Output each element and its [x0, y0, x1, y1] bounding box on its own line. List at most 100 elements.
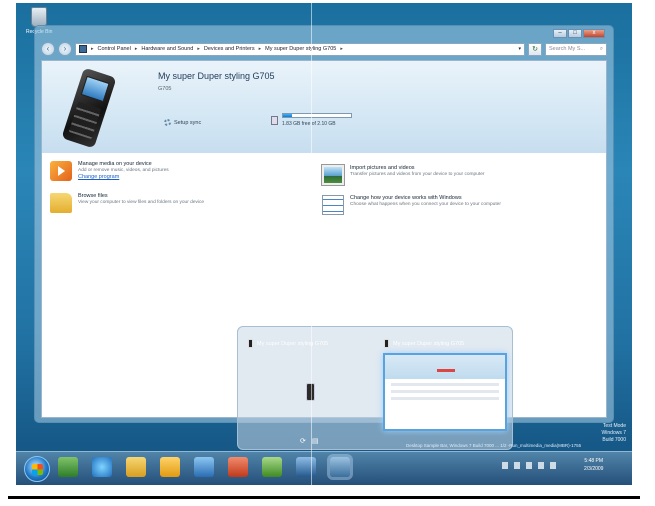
thumbnail-title-2[interactable]: My super Duper styling G705	[384, 339, 464, 348]
preview-header	[385, 355, 505, 379]
thumbnail-label: My super Duper styling G705	[257, 340, 329, 347]
show-hidden-icons-icon[interactable]	[502, 462, 508, 469]
preview-line	[391, 383, 499, 386]
setup-sync-label: Setup sync	[174, 119, 202, 126]
recycle-bin-icon	[31, 7, 47, 27]
folder-icon[interactable]	[160, 457, 180, 477]
media-center-icon[interactable]	[58, 457, 78, 477]
forward-button[interactable]: ›	[58, 42, 72, 56]
phone-icon	[384, 339, 389, 348]
search-placeholder: Search My S...	[549, 46, 586, 52]
system-clock[interactable]: 5:48 PM 2/3/2009	[584, 457, 603, 473]
search-icon: ⌕	[599, 45, 603, 52]
files-icon[interactable]: ▤	[312, 437, 319, 445]
taskbar: 5:48 PM 2/3/2009	[16, 451, 632, 485]
storage-bar	[282, 113, 352, 118]
task-title: Change how your device works with Window…	[350, 195, 462, 201]
clock-time: 5:48 PM	[584, 458, 604, 464]
task-browse-files[interactable]: Browse files View your computer to view …	[50, 193, 204, 213]
device-header: My super Duper styling G705 G705 Setup s…	[42, 61, 606, 153]
breadcrumb-hardware-and-sound[interactable]: Hardware and Sound	[141, 46, 193, 52]
watermark-line: Test Mode	[602, 423, 626, 429]
window-thumbnail-preview[interactable]	[383, 353, 507, 431]
storage-bar-fill	[283, 114, 292, 117]
phone-screen	[80, 75, 110, 103]
task-import-pictures[interactable]: Import pictures and videos Transfer pict…	[322, 165, 484, 185]
task-description: View your computer to view files and fol…	[78, 200, 205, 205]
maximize-button[interactable]: □	[568, 29, 582, 38]
task-description: Transfer pictures and videos from your d…	[350, 172, 485, 177]
control-panel-icon[interactable]	[296, 457, 316, 477]
volume-icon[interactable]	[550, 462, 556, 469]
pictures-icon	[322, 165, 344, 185]
task-description: Add or remove music, videos, and picture…	[78, 168, 169, 173]
control-panel-icon	[79, 45, 87, 53]
screenshot-frame: Recycle Bin – □ x ‹ › ▸ Control Panel ▸ …	[8, 0, 632, 488]
breadcrumb-devices-and-printers[interactable]: Devices and Printers	[204, 46, 255, 52]
close-button[interactable]: x	[583, 29, 605, 38]
phone-image	[58, 67, 118, 151]
folder-icon	[50, 193, 72, 213]
windows-logo-icon	[32, 464, 43, 475]
media-player-icon	[50, 161, 72, 181]
photo-viewer-icon[interactable]	[194, 457, 214, 477]
explorer-folder-icon[interactable]	[126, 457, 146, 477]
device-stage-taskbar-icon[interactable]	[330, 457, 350, 477]
clock-date: 2/3/2009	[584, 466, 604, 472]
spreadsheet-icon[interactable]	[262, 457, 282, 477]
chevron-right-icon: ▸	[258, 46, 262, 52]
thumbnail-label: My super Duper styling G705	[393, 340, 465, 347]
taskbar-apps	[58, 457, 350, 477]
preview-highlight	[437, 369, 455, 372]
setup-sync-link[interactable]: Setup sync	[164, 119, 201, 126]
status-text: Desktop Sample Bar, Windows 7 Build 7000…	[406, 443, 582, 448]
settings-list-icon	[322, 195, 344, 215]
caption-buttons: – □ x	[553, 29, 605, 38]
preview-line	[391, 397, 499, 400]
change-program-link[interactable]: Change program	[78, 174, 169, 180]
thumbnail-title-1[interactable]: My super Duper styling G705	[248, 339, 328, 348]
phone-icon	[248, 339, 253, 348]
watermark-line: Build 7000	[602, 437, 626, 443]
breadcrumb-control-panel[interactable]: Control Panel	[98, 46, 131, 52]
navigation-bar: ‹ › ▸ Control Panel ▸ Hardware and Sound…	[41, 40, 607, 58]
breadcrumb-device[interactable]: My super Duper styling G705	[265, 46, 336, 52]
device-model: G705	[158, 86, 172, 92]
taskbar-thumbnail-popup: My super Duper styling G705 My super Dup…	[237, 326, 513, 450]
address-bar[interactable]: ▸ Control Panel ▸ Hardware and Sound ▸ D…	[75, 42, 525, 56]
preview-line	[391, 390, 499, 393]
chevron-right-icon: ▸	[91, 46, 94, 52]
device-name: My super Duper styling G705	[158, 71, 275, 81]
back-button[interactable]: ‹	[41, 42, 55, 56]
task-description: Choose what happens when you connect you…	[350, 202, 501, 207]
notification-area	[502, 462, 556, 469]
sync-gear-icon	[164, 119, 171, 126]
chevron-right-icon: ▸	[197, 46, 200, 52]
phone-body	[61, 67, 117, 149]
search-input[interactable]: Search My S... ⌕	[545, 42, 607, 56]
task-title: Manage media on your device	[78, 161, 152, 167]
sync-icon[interactable]: ⟳	[300, 437, 306, 445]
task-title: Import pictures and videos	[350, 165, 415, 171]
phone-keypad	[68, 101, 102, 140]
minimize-button[interactable]: –	[553, 29, 567, 38]
test-mode-watermark: Test Mode Windows 7 Build 7000	[602, 423, 626, 444]
flag-icon[interactable]	[514, 462, 520, 469]
network-icon[interactable]	[538, 462, 544, 469]
task-change-device-works[interactable]: Change how your device works with Window…	[322, 195, 501, 215]
storage-text: 1.83 GB free of 2.10 GB	[282, 121, 336, 127]
media-player-icon[interactable]	[228, 457, 248, 477]
task-manage-media[interactable]: Manage media on your device Add or remov…	[50, 161, 169, 181]
device-icon[interactable]	[526, 462, 532, 469]
storage-drive-icon	[271, 116, 278, 125]
chevron-right-icon: ▸	[134, 46, 138, 52]
start-button[interactable]	[24, 456, 50, 482]
bottom-rule	[8, 496, 640, 499]
watermark-line: Windows 7	[601, 430, 626, 436]
screen-glare-line	[311, 0, 312, 488]
internet-explorer-icon[interactable]	[92, 457, 112, 477]
thumbnail-controls: ⟳ ▤	[300, 437, 319, 445]
refresh-button[interactable]: ↻	[528, 42, 542, 56]
chevron-right-icon: ▸	[340, 46, 343, 52]
chevron-down-icon[interactable]: ▾	[518, 46, 521, 52]
